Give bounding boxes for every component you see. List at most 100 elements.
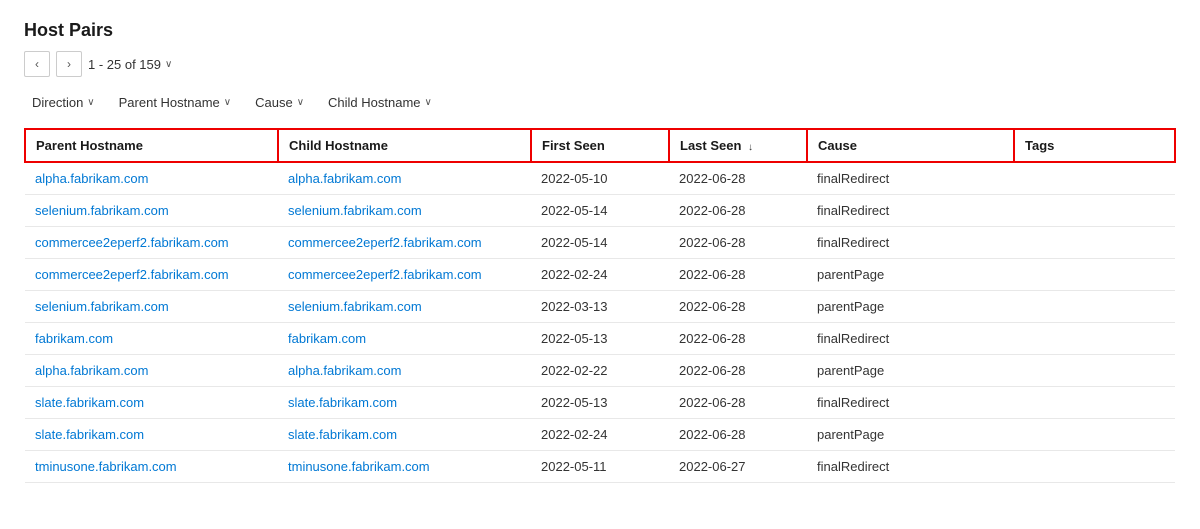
prev-page-button[interactable]: ‹ — [24, 51, 50, 77]
parent-hostname-cell[interactable]: alpha.fabrikam.com — [25, 162, 278, 195]
next-page-button[interactable]: › — [56, 51, 82, 77]
table-body: alpha.fabrikam.comalpha.fabrikam.com2022… — [25, 162, 1175, 483]
cause-cell: finalRedirect — [807, 387, 1014, 419]
filter-direction-chevron-icon: ∨ — [87, 97, 94, 108]
first-seen-cell: 2022-05-11 — [531, 451, 669, 483]
tags-cell — [1014, 323, 1175, 355]
child-hostname-cell[interactable]: tminusone.fabrikam.com — [278, 451, 531, 483]
cause-cell: finalRedirect — [807, 162, 1014, 195]
tags-cell — [1014, 451, 1175, 483]
first-seen-cell: 2022-03-13 — [531, 291, 669, 323]
last-seen-cell: 2022-06-28 — [669, 323, 807, 355]
last-seen-cell: 2022-06-28 — [669, 291, 807, 323]
parent-hostname-cell[interactable]: alpha.fabrikam.com — [25, 355, 278, 387]
table-row: selenium.fabrikam.comselenium.fabrikam.c… — [25, 195, 1175, 227]
tags-cell — [1014, 227, 1175, 259]
child-hostname-cell[interactable]: alpha.fabrikam.com — [278, 162, 531, 195]
page-info: 1 - 25 of 159 ∨ — [88, 57, 172, 72]
pagination-row: ‹ › 1 - 25 of 159 ∨ — [24, 51, 1176, 77]
parent-hostname-cell[interactable]: slate.fabrikam.com — [25, 387, 278, 419]
table-row: alpha.fabrikam.comalpha.fabrikam.com2022… — [25, 162, 1175, 195]
child-hostname-cell[interactable]: slate.fabrikam.com — [278, 387, 531, 419]
tags-cell — [1014, 259, 1175, 291]
table-header-row: Parent Hostname Child Hostname First See… — [25, 129, 1175, 162]
filter-parent-hostname-label: Parent Hostname — [119, 95, 220, 110]
col-header-parent-hostname[interactable]: Parent Hostname — [25, 129, 278, 162]
cause-cell: parentPage — [807, 259, 1014, 291]
last-seen-sort-icon: ↓ — [748, 142, 753, 153]
filter-child-hostname-label: Child Hostname — [328, 95, 421, 110]
tags-cell — [1014, 355, 1175, 387]
parent-hostname-cell[interactable]: tminusone.fabrikam.com — [25, 451, 278, 483]
tags-cell — [1014, 387, 1175, 419]
table-row: commercee2eperf2.fabrikam.comcommercee2e… — [25, 227, 1175, 259]
tags-cell — [1014, 419, 1175, 451]
col-header-last-seen[interactable]: Last Seen ↓ — [669, 129, 807, 162]
last-seen-cell: 2022-06-28 — [669, 195, 807, 227]
filter-row: Direction ∨ Parent Hostname ∨ Cause ∨ Ch… — [24, 91, 1176, 114]
page-chevron-icon[interactable]: ∨ — [165, 59, 172, 70]
filter-child-hostname-chevron-icon: ∨ — [425, 97, 432, 108]
last-seen-cell: 2022-06-28 — [669, 355, 807, 387]
parent-hostname-cell[interactable]: selenium.fabrikam.com — [25, 195, 278, 227]
table-row: tminusone.fabrikam.comtminusone.fabrikam… — [25, 451, 1175, 483]
filter-cause-label: Cause — [255, 95, 293, 110]
col-header-child-hostname[interactable]: Child Hostname — [278, 129, 531, 162]
parent-hostname-cell[interactable]: selenium.fabrikam.com — [25, 291, 278, 323]
filter-direction-button[interactable]: Direction ∨ — [24, 91, 103, 114]
last-seen-cell: 2022-06-28 — [669, 387, 807, 419]
filter-direction-label: Direction — [32, 95, 83, 110]
last-seen-cell: 2022-06-28 — [669, 227, 807, 259]
last-seen-cell: 2022-06-28 — [669, 162, 807, 195]
last-seen-cell: 2022-06-28 — [669, 259, 807, 291]
child-hostname-cell[interactable]: selenium.fabrikam.com — [278, 195, 531, 227]
cause-cell: parentPage — [807, 419, 1014, 451]
last-seen-cell: 2022-06-28 — [669, 419, 807, 451]
cause-cell: parentPage — [807, 291, 1014, 323]
first-seen-cell: 2022-02-24 — [531, 419, 669, 451]
child-hostname-cell[interactable]: slate.fabrikam.com — [278, 419, 531, 451]
table-row: alpha.fabrikam.comalpha.fabrikam.com2022… — [25, 355, 1175, 387]
parent-hostname-cell[interactable]: commercee2eperf2.fabrikam.com — [25, 259, 278, 291]
filter-cause-button[interactable]: Cause ∨ — [247, 91, 312, 114]
table-row: commercee2eperf2.fabrikam.comcommercee2e… — [25, 259, 1175, 291]
first-seen-cell: 2022-05-13 — [531, 387, 669, 419]
tags-cell — [1014, 291, 1175, 323]
first-seen-cell: 2022-05-14 — [531, 195, 669, 227]
child-hostname-cell[interactable]: selenium.fabrikam.com — [278, 291, 531, 323]
child-hostname-cell[interactable]: commercee2eperf2.fabrikam.com — [278, 259, 531, 291]
tags-cell — [1014, 195, 1175, 227]
filter-parent-hostname-chevron-icon: ∨ — [224, 97, 231, 108]
page-title: Host Pairs — [24, 20, 1176, 41]
cause-cell: parentPage — [807, 355, 1014, 387]
filter-child-hostname-button[interactable]: Child Hostname ∨ — [320, 91, 440, 114]
first-seen-cell: 2022-02-24 — [531, 259, 669, 291]
first-seen-cell: 2022-05-14 — [531, 227, 669, 259]
table-row: slate.fabrikam.comslate.fabrikam.com2022… — [25, 387, 1175, 419]
child-hostname-cell[interactable]: fabrikam.com — [278, 323, 531, 355]
last-seen-cell: 2022-06-27 — [669, 451, 807, 483]
parent-hostname-cell[interactable]: fabrikam.com — [25, 323, 278, 355]
cause-cell: finalRedirect — [807, 323, 1014, 355]
col-header-tags[interactable]: Tags — [1014, 129, 1175, 162]
filter-cause-chevron-icon: ∨ — [297, 97, 304, 108]
host-pairs-table: Parent Hostname Child Hostname First See… — [24, 128, 1176, 483]
cause-cell: finalRedirect — [807, 227, 1014, 259]
first-seen-cell: 2022-02-22 — [531, 355, 669, 387]
child-hostname-cell[interactable]: commercee2eperf2.fabrikam.com — [278, 227, 531, 259]
col-header-cause[interactable]: Cause — [807, 129, 1014, 162]
parent-hostname-cell[interactable]: slate.fabrikam.com — [25, 419, 278, 451]
table-row: fabrikam.comfabrikam.com2022-05-132022-0… — [25, 323, 1175, 355]
table-row: slate.fabrikam.comslate.fabrikam.com2022… — [25, 419, 1175, 451]
table-row: selenium.fabrikam.comselenium.fabrikam.c… — [25, 291, 1175, 323]
first-seen-cell: 2022-05-13 — [531, 323, 669, 355]
filter-parent-hostname-button[interactable]: Parent Hostname ∨ — [111, 91, 240, 114]
cause-cell: finalRedirect — [807, 195, 1014, 227]
child-hostname-cell[interactable]: alpha.fabrikam.com — [278, 355, 531, 387]
col-header-first-seen[interactable]: First Seen — [531, 129, 669, 162]
cause-cell: finalRedirect — [807, 451, 1014, 483]
page-range: 1 - 25 of 159 — [88, 57, 161, 72]
tags-cell — [1014, 162, 1175, 195]
first-seen-cell: 2022-05-10 — [531, 162, 669, 195]
parent-hostname-cell[interactable]: commercee2eperf2.fabrikam.com — [25, 227, 278, 259]
